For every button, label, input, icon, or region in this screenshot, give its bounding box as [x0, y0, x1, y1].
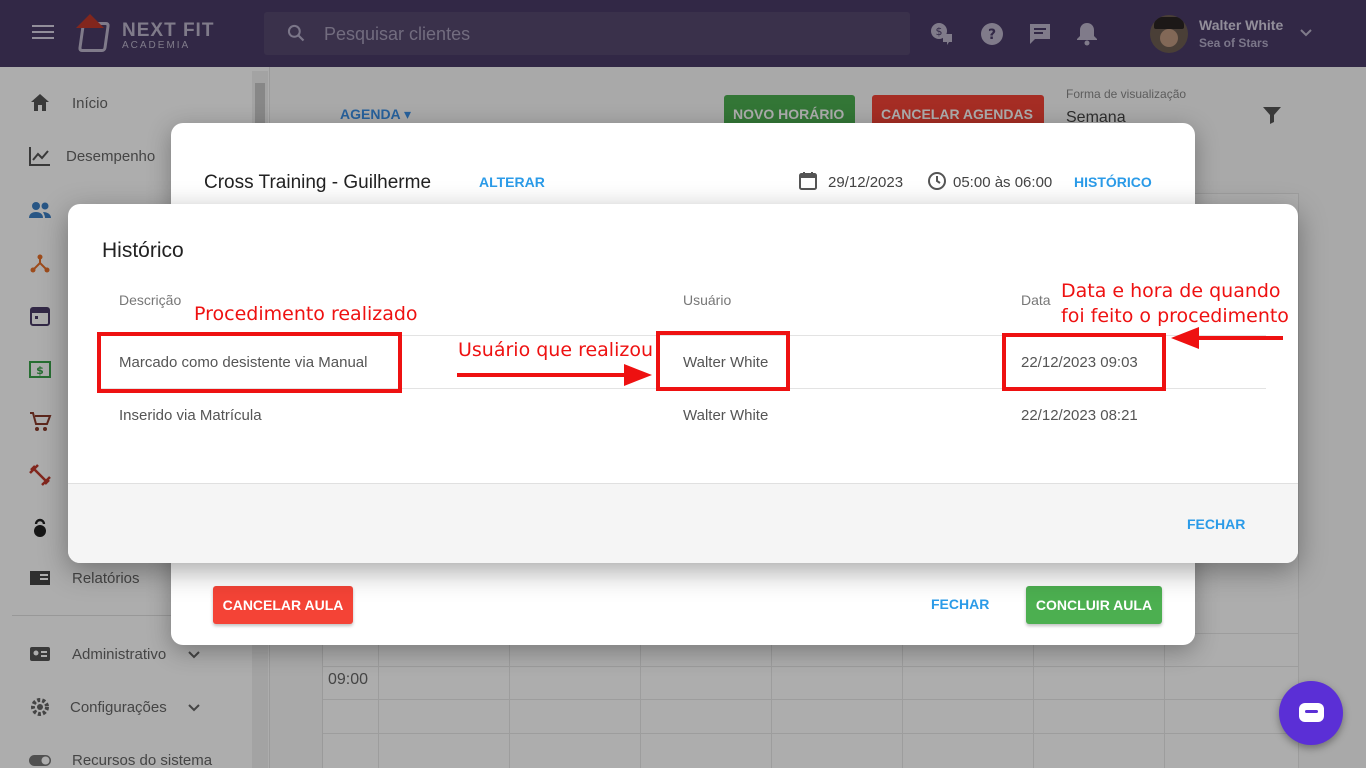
annotation-data-line1: Data e hora de quando: [1061, 280, 1281, 302]
table-cell-descricao: Inserido via Matrícula: [119, 407, 262, 424]
alterar-button[interactable]: ALTERAR: [479, 174, 545, 190]
cancelar-aula-button[interactable]: CANCELAR AULA: [213, 586, 353, 624]
annotation-box-data: [1002, 333, 1166, 391]
calendar-icon: [799, 172, 817, 190]
column-header-usuario: Usuário: [683, 292, 732, 308]
table-cell-usuario: Walter White: [683, 407, 769, 424]
chat-button[interactable]: [1279, 681, 1343, 745]
annotation-procedimento: Procedimento realizado: [194, 303, 418, 325]
annotation-data-line2: foi feito o procedimento: [1061, 305, 1289, 327]
annotation-box-usuario: [656, 331, 790, 391]
column-header-descricao: Descrição: [119, 292, 182, 308]
fechar-button[interactable]: FECHAR: [931, 596, 989, 612]
chat-icon: [1299, 703, 1324, 722]
history-title: Histórico: [102, 239, 184, 262]
class-date: 29/12/2023: [828, 174, 904, 191]
table-cell-data: 22/12/2023 08:21: [1021, 407, 1138, 424]
dialog-footer: FECHAR: [68, 483, 1298, 563]
concluir-aula-button[interactable]: CONCLUIR AULA: [1026, 586, 1162, 624]
class-time: 05:00 às 06:00: [953, 174, 1053, 191]
column-header-data: Data: [1021, 292, 1051, 308]
historico-button[interactable]: HISTÓRICO: [1074, 174, 1152, 190]
class-title: Cross Training - Guilherme: [204, 172, 432, 193]
annotation-box-descricao: [97, 332, 402, 393]
fechar-history-button[interactable]: FECHAR: [1187, 516, 1245, 532]
annotation-usuario: Usuário que realizou: [458, 339, 654, 361]
clock-icon: [928, 172, 946, 190]
